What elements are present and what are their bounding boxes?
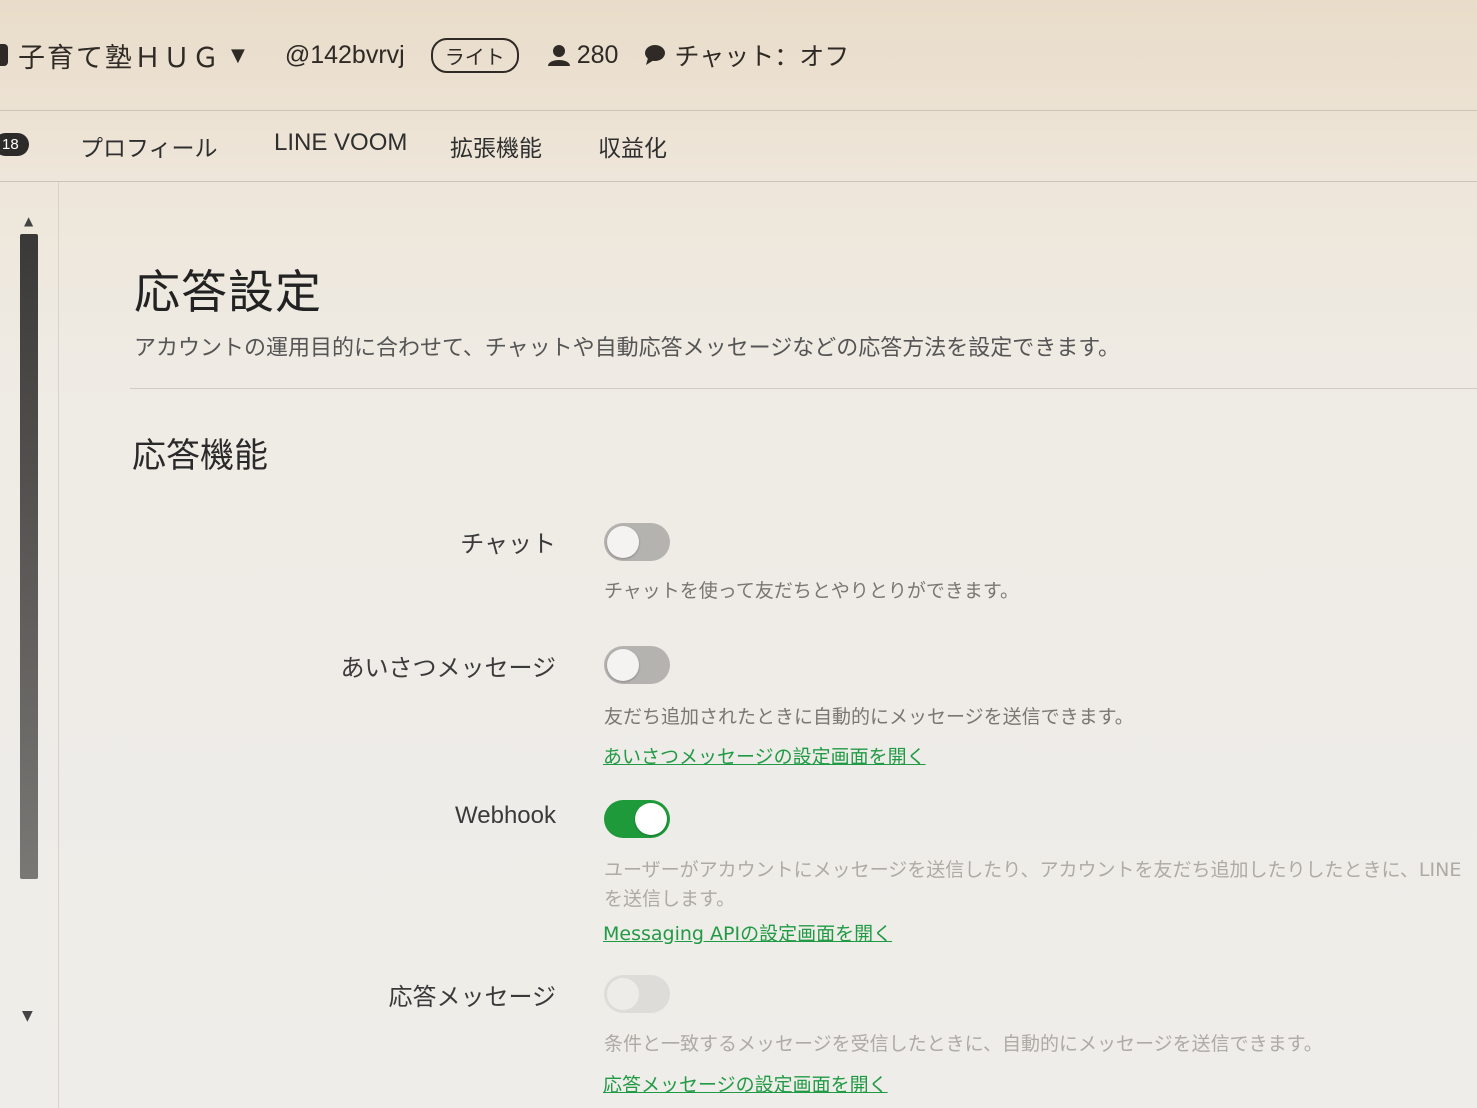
- response-message-description: 条件と一致するメッセージを受信したときに、自動的にメッセージを送信できます。: [604, 1033, 1323, 1055]
- tab-line-voom[interactable]: LINE VOOM: [274, 129, 407, 157]
- response-settings-screen: 子育て塾ＨＵＧ ▼ @142bvrvj ライト 280 チャット：オフ 18 プ…: [0, 0, 1477, 1108]
- account-bar: 子育て塾ＨＵＧ ▼ @142bvrvj ライト 280 チャット：オフ: [0, 0, 1477, 111]
- greeting-message-toggle[interactable]: [604, 646, 670, 684]
- account-id: @142bvrvj: [284, 40, 405, 69]
- toggle-knob: [607, 649, 639, 681]
- messaging-api-settings-link[interactable]: Messaging APIの設定画面を開く: [603, 919, 892, 946]
- webhook-description-line2: を送信します。: [604, 888, 736, 910]
- chat-status[interactable]: チャット：オフ: [644, 37, 849, 73]
- toggle-knob: [607, 526, 639, 558]
- chat-toggle[interactable]: [604, 523, 670, 561]
- notification-badge: 18: [0, 133, 29, 156]
- response-message-label: 応答メッセージ: [388, 983, 556, 1011]
- sidebar-scrollbar[interactable]: ▲ ▼: [16, 200, 44, 1060]
- chevron-down-icon: ▼: [231, 44, 247, 66]
- tab-profile[interactable]: プロフィール: [80, 129, 218, 163]
- greeting-message-description: 友だち追加されたときに自動的にメッセージを送信できます。: [604, 706, 1134, 728]
- friend-count-value: 280: [576, 40, 619, 69]
- chat-label: チャット: [460, 530, 556, 558]
- greeting-message-settings-link[interactable]: あいさつメッセージの設定画面を開く: [603, 742, 926, 769]
- main-nav: 18 プロフィール LINE VOOM 拡張機能 収益化: [0, 111, 1477, 182]
- tab-extensions[interactable]: 拡張機能: [450, 129, 542, 163]
- account-name: 子育て塾ＨＵＧ: [18, 42, 221, 74]
- header-divider: [130, 388, 1477, 389]
- toggle-knob: [635, 803, 667, 835]
- tab-monetization[interactable]: 収益化: [598, 129, 667, 163]
- toggle-knob: [607, 978, 639, 1010]
- chat-bubble-icon: [645, 45, 666, 65]
- webhook-label: Webhook: [455, 802, 556, 829]
- scroll-down-arrow-icon[interactable]: ▼: [22, 1008, 33, 1024]
- scroll-up-arrow-icon[interactable]: ▲: [24, 214, 33, 228]
- response-message-settings-link[interactable]: 応答メッセージの設定画面を開く: [603, 1070, 888, 1097]
- scroll-thumb[interactable]: [20, 234, 38, 879]
- person-icon: [547, 45, 570, 66]
- account-icon-edge: [0, 44, 8, 66]
- webhook-toggle[interactable]: [604, 800, 670, 838]
- plan-badge: ライト: [430, 37, 519, 73]
- sidebar-divider: [58, 182, 59, 1108]
- webhook-description-line1: ユーザーがアカウントにメッセージを送信したり、アカウントを友だち追加したりしたと…: [604, 859, 1462, 881]
- page-description: アカウントの運用目的に合わせて、チャットや自動応答メッセージなどの応答方法を設定…: [134, 336, 1121, 361]
- page-title: 応答設定: [134, 265, 322, 319]
- section-title: 応答機能: [132, 436, 268, 476]
- greeting-message-label: あいさつメッセージ: [340, 654, 556, 682]
- chat-status-label: チャット：オフ: [674, 42, 850, 71]
- response-message-toggle[interactable]: [604, 975, 670, 1013]
- friend-count: 280: [547, 40, 619, 70]
- chat-description: チャットを使って友だちとやりとりができます。: [604, 580, 1019, 602]
- account-switcher[interactable]: 子育て塾ＨＵＧ ▼: [18, 36, 247, 75]
